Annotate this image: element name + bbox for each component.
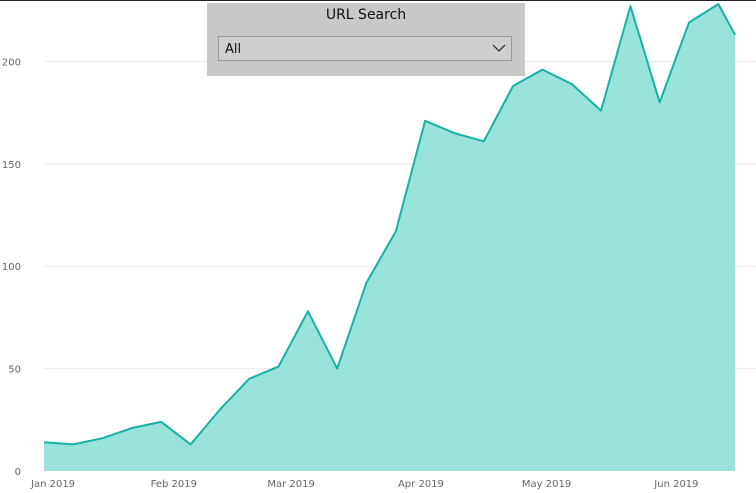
- x-tick-label: Jan 2019: [30, 479, 75, 490]
- x-tick-label: May 2019: [522, 479, 571, 490]
- x-tick-label: Mar 2019: [267, 479, 315, 490]
- url-search-slicer: URL Search All: [207, 3, 525, 76]
- url-search-dropdown[interactable]: All: [218, 36, 512, 61]
- y-tick-label: 0: [15, 467, 21, 478]
- x-tick-label: Apr 2019: [398, 479, 444, 490]
- y-tick-label: 50: [8, 365, 21, 376]
- slicer-title: URL Search: [325, 7, 407, 23]
- y-tick-label: 100: [2, 262, 21, 273]
- dropdown-selected-value: All: [225, 42, 242, 57]
- y-tick-label: 150: [2, 160, 21, 171]
- chevron-down-icon: [492, 44, 506, 52]
- x-tick-label: Feb 2019: [151, 479, 197, 490]
- y-tick-label: 200: [2, 57, 21, 68]
- x-tick-label: Jun 2019: [653, 479, 698, 490]
